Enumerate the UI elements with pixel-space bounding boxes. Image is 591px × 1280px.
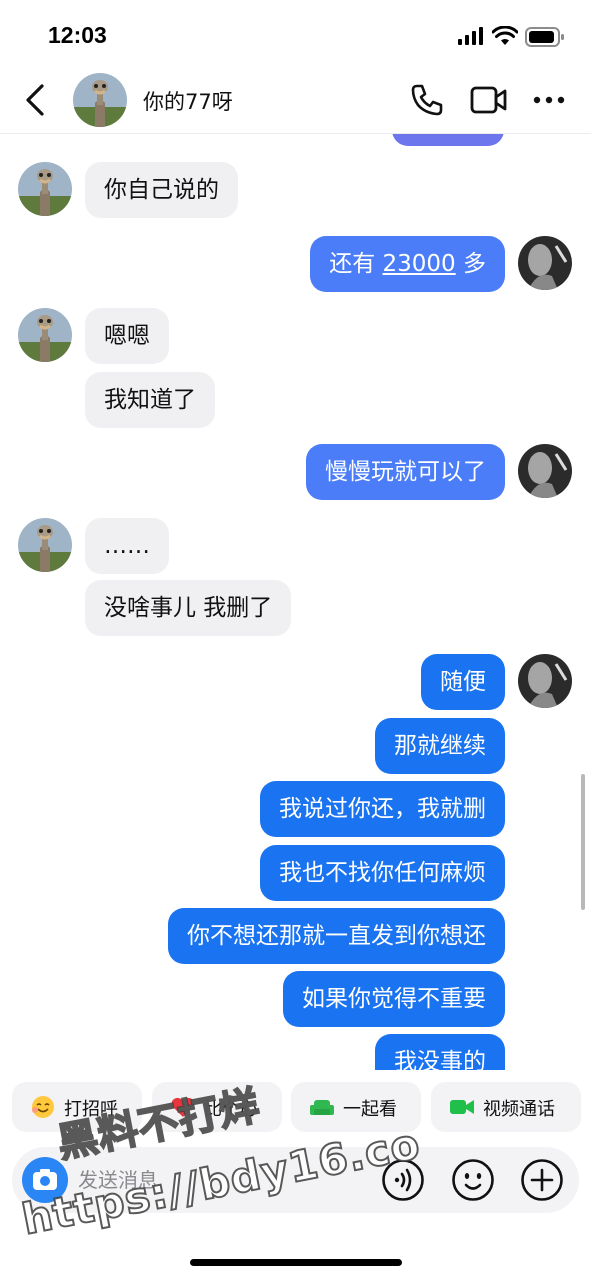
self-message-avatar[interactable] (518, 236, 572, 290)
quick-actions-bar: 打招呼 比个心 一起看 视频通话 (0, 1082, 591, 1132)
contact-message-avatar[interactable] (18, 518, 72, 572)
previous-message-bubble (392, 134, 504, 146)
status-time: 12:03 (48, 22, 107, 48)
chat-header: 你的77呀 (0, 70, 591, 134)
quick-action-heart[interactable]: 比个心 (152, 1082, 282, 1132)
outgoing-message-bubble[interactable]: 慢慢玩就可以了 (306, 444, 505, 500)
cellular-signal-icon (458, 27, 483, 45)
incoming-message-bubble[interactable]: …… (85, 518, 169, 574)
wave-emoji-icon (32, 1096, 54, 1118)
back-chevron-icon[interactable] (20, 82, 52, 118)
quick-action-label: 视频通话 (483, 1099, 555, 1120)
wifi-icon (492, 26, 518, 45)
outgoing-message-bubble[interactable]: 我说过你还，我就删 (260, 781, 505, 837)
camera-icon (33, 1169, 57, 1190)
amount-link[interactable]: 23000 (383, 251, 456, 277)
outgoing-message-bubble[interactable]: 我也不找你任何麻烦 (260, 845, 505, 901)
incoming-message-bubble[interactable]: 我知道了 (85, 372, 215, 428)
message-composer (12, 1147, 579, 1213)
outgoing-message-bubble[interactable]: 你不想还那就一直发到你想还 (168, 908, 505, 964)
contact-avatar[interactable] (73, 73, 127, 127)
outgoing-message-bubble[interactable]: 我没事的 (375, 1034, 505, 1070)
outgoing-message-bubble[interactable]: 还有 23000 多 (310, 236, 505, 292)
message-list[interactable]: 你自己说的 还有 23000 多 嗯嗯 我知道了 慢慢玩就可以了 …… 没啥事儿… (0, 134, 591, 1070)
quick-action-label: 比个心 (204, 1099, 258, 1120)
home-indicator (190, 1259, 402, 1266)
self-message-avatar[interactable] (518, 444, 572, 498)
battery-icon (525, 27, 564, 47)
outgoing-message-bubble[interactable]: 那就继续 (375, 718, 505, 774)
contact-name[interactable]: 你的77呀 (143, 86, 233, 116)
camera-button[interactable] (22, 1157, 68, 1203)
phone-call-icon[interactable] (410, 83, 444, 117)
video-camera-icon (450, 1100, 474, 1114)
contact-message-avatar[interactable] (18, 308, 72, 362)
more-options-icon[interactable] (532, 90, 566, 110)
incoming-message-bubble[interactable]: 你自己说的 (85, 162, 238, 218)
quick-action-label: 一起看 (343, 1099, 397, 1120)
quick-action-video-call[interactable]: 视频通话 (431, 1082, 581, 1132)
add-attachment-icon[interactable] (520, 1158, 564, 1202)
message-text: 还有 (329, 251, 383, 277)
sofa-icon (310, 1100, 334, 1115)
voice-message-icon[interactable] (381, 1158, 425, 1202)
contact-message-avatar[interactable] (18, 162, 72, 216)
message-input[interactable] (78, 1165, 358, 1195)
self-message-avatar[interactable] (518, 654, 572, 708)
quick-action-label: 打招呼 (64, 1099, 118, 1120)
outgoing-message-bubble[interactable]: 随便 (421, 654, 505, 710)
message-text: 多 (455, 251, 486, 277)
video-call-icon[interactable] (470, 84, 508, 116)
outgoing-message-bubble[interactable]: 如果你觉得不重要 (283, 971, 505, 1027)
emoji-icon[interactable] (451, 1158, 495, 1202)
quick-action-watch-together[interactable]: 一起看 (291, 1082, 421, 1132)
incoming-message-bubble[interactable]: 没啥事儿 我删了 (85, 580, 292, 636)
quick-action-greet[interactable]: 打招呼 (12, 1082, 142, 1132)
status-bar: 12:03 (0, 0, 591, 70)
incoming-message-bubble[interactable]: 嗯嗯 (85, 308, 169, 364)
heart-icon (171, 1097, 195, 1117)
scrollbar-thumb[interactable] (581, 774, 585, 910)
